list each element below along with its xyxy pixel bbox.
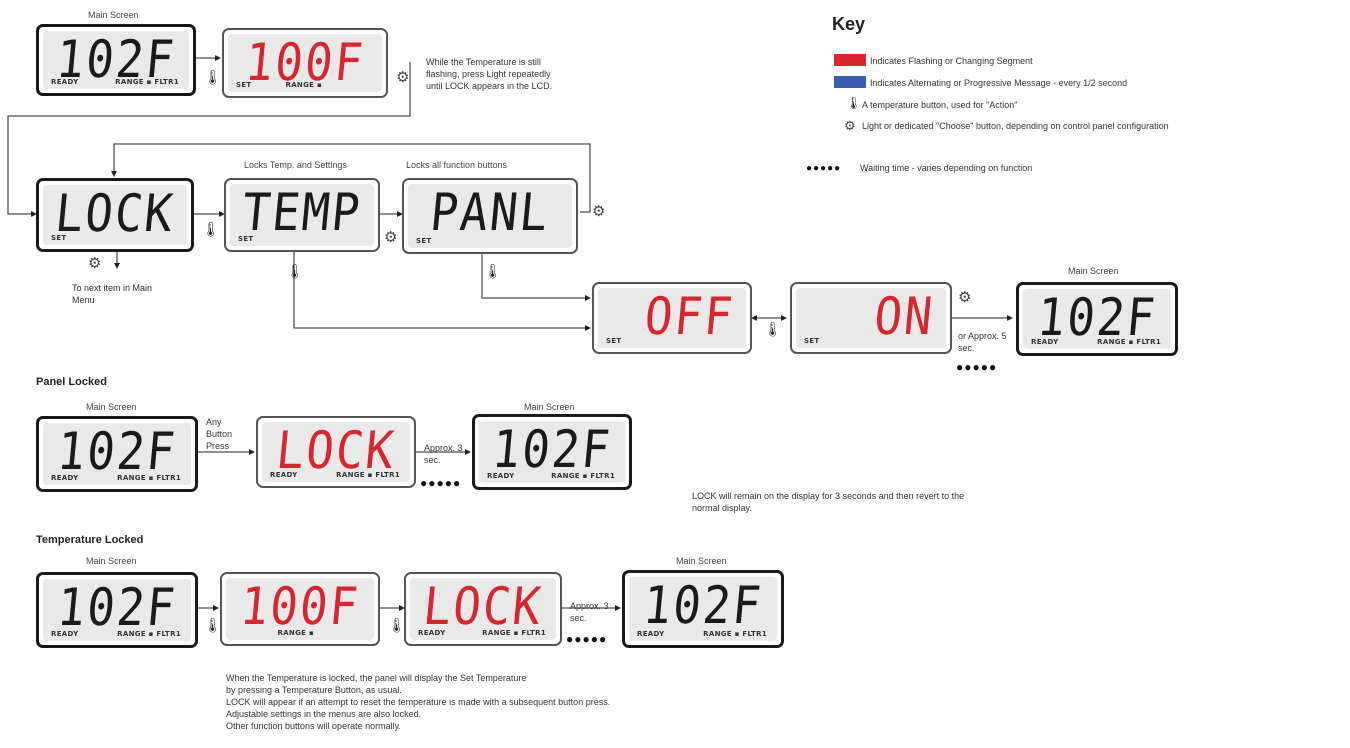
note-or-approx: or Approx. 5 sec.	[958, 331, 1007, 353]
thermometer-icon: 🌡	[484, 263, 502, 279]
main-screen-label: Main Screen	[524, 402, 575, 412]
lcd-indicator-right: RANGE ▪ FLTR1	[336, 471, 400, 479]
key-item-alternating: Indicates Alternating or Progressive Mes…	[870, 78, 1128, 88]
lcd-indicator-right: RANGE ▪ FLTR1	[551, 472, 615, 480]
waiting-dots: ●●●●●	[566, 632, 608, 646]
waiting-dots: ●●●●●	[806, 163, 842, 174]
note-line: by pressing a Temperature Button, as usu…	[226, 685, 402, 695]
light-button-icon: ⚙	[592, 203, 606, 220]
note-press-light: While the Temperature is still flashing,…	[426, 57, 553, 91]
temp-locked-notes: When the Temperature is locked, the pane…	[226, 672, 826, 732]
lcd-text: 102F	[640, 577, 766, 636]
lcd-indicator-right: RANGE ▪ FLTR1	[117, 630, 181, 638]
main-screen-label: Main Screen	[1068, 266, 1119, 276]
lcd-indicator-left: SET	[804, 337, 820, 345]
lcd-text: TEMP	[239, 184, 365, 243]
note-line: Adjustable settings in the menus are als…	[226, 709, 422, 719]
note-lock-remain: LOCK will remain on the display for 3 se…	[692, 491, 965, 513]
light-button-icon: ⚙	[384, 229, 398, 246]
lcd-text: LOCK	[420, 578, 546, 637]
lcd-on: ON SET	[790, 282, 952, 354]
key-title: Key	[832, 14, 866, 34]
thermometer-icon: 🌡	[846, 96, 862, 110]
lcd-indicator-left: READY	[1031, 338, 1059, 346]
panl-caption: Locks all function buttons	[406, 160, 508, 170]
lcd-indicator-left: READY	[51, 78, 79, 86]
key-item-flashing: Indicates Flashing or Changing Segment	[870, 56, 1033, 66]
flashing-swatch	[834, 54, 866, 66]
lcd-indicator-right: RANGE ▪ FLTR1	[1097, 338, 1161, 346]
lcd-text: 102F	[489, 421, 615, 480]
lcd-main-screen: 102F READY RANGE ▪ FLTR1	[472, 414, 632, 490]
lcd-lock: LOCK READY RANGE ▪ FLTR1	[256, 416, 416, 488]
lcd-indicator-left: SET	[236, 81, 252, 89]
note-line: LOCK will appear if an attempt to reset …	[226, 697, 611, 707]
note-line: Other function buttons will operate norm…	[226, 721, 401, 731]
lcd-indicator-right: RANGE ▪ FLTR1	[482, 629, 546, 637]
lcd-indicator-left: READY	[487, 472, 515, 480]
thermometer-icon: 🌡	[286, 263, 304, 279]
main-screen-label: Main Screen	[676, 556, 727, 566]
panel-locked-heading: Panel Locked	[36, 376, 107, 388]
lcd-indicator-left: SET	[238, 235, 254, 243]
key-item-temperature: A temperature button, used for "Action"	[862, 100, 1018, 110]
temp-caption: Locks Temp. and Settings	[244, 160, 347, 170]
lcd-indicator-right: RANGE ▪	[277, 629, 314, 637]
main-screen-label: Main Screen	[86, 556, 137, 566]
key-item-waiting: Waiting time - varies depending on funct…	[860, 163, 1033, 173]
light-button-icon: ⚙	[396, 69, 410, 86]
lcd-indicator-left: READY	[51, 474, 79, 482]
temperature-locked-heading: Temperature Locked	[36, 534, 144, 546]
note-approx: Approx. 3 sec.	[424, 443, 463, 465]
lcd-indicator-left: READY	[51, 630, 79, 638]
lcd-indicator-left: SET	[606, 337, 622, 345]
lcd-panl: PANL SET	[402, 178, 578, 254]
thermometer-icon: 🌡	[764, 321, 782, 337]
lcd-main-screen: 102F READY RANGE ▪ FLTR1	[36, 416, 198, 492]
thermometer-icon: 🌡	[204, 69, 222, 85]
lcd-indicator-left: READY	[270, 471, 298, 479]
lcd-main-screen: 102F READY RANGE ▪ FLTR1	[622, 570, 784, 648]
lcd-text: 100F	[237, 578, 363, 637]
waiting-dots: ●●●●●	[420, 476, 462, 490]
main-screen-label: Main Screen	[88, 10, 139, 20]
lcd-lock: LOCK READY RANGE ▪ FLTR1	[404, 572, 562, 646]
lcd-text: PANL	[427, 184, 553, 243]
lcd-indicator-right: RANGE ▪	[285, 81, 322, 89]
lcd-lock: LOCK SET	[36, 178, 194, 252]
light-button-icon: ⚙	[958, 289, 972, 306]
note-any-button: Any Button Press	[206, 417, 233, 451]
lcd-main-screen: 102F READY RANGE ▪ FLTR1	[36, 24, 196, 96]
note-approx: Approx. 3 sec.	[570, 601, 609, 623]
lcd-indicator-right: RANGE ▪ FLTR1	[703, 630, 767, 638]
lcd-text: 102F	[54, 579, 180, 638]
lcd-indicator-left: SET	[51, 234, 67, 242]
lcd-set-temperature: 100F SET RANGE ▪	[222, 28, 388, 98]
lcd-indicator-left: READY	[637, 630, 665, 638]
lcd-main-screen: 102F READY RANGE ▪ FLTR1	[36, 572, 198, 648]
lcd-indicator-left: SET	[416, 237, 432, 245]
alternating-swatch	[834, 76, 866, 88]
note-next-item: To next item in Main Menu	[72, 283, 153, 305]
key-item-light: Light or dedicated "Choose" button, depe…	[862, 121, 1169, 131]
lcd-set-temperature: 100F RANGE ▪	[220, 572, 380, 646]
lcd-indicator-right: RANGE ▪ FLTR1	[115, 78, 179, 86]
light-button-icon: ⚙	[88, 255, 102, 272]
lcd-main-screen-final: 102F READY RANGE ▪ FLTR1	[1016, 282, 1178, 356]
light-button-icon: ⚙	[844, 118, 856, 133]
lcd-off: OFF SET	[592, 282, 752, 354]
lcd-indicator-right: RANGE ▪ FLTR1	[117, 474, 181, 482]
thermometer-icon: 🌡	[202, 221, 220, 237]
lcd-indicator-left: READY	[418, 629, 446, 637]
note-line: When the Temperature is locked, the pane…	[226, 673, 527, 683]
lcd-text: 102F	[54, 423, 180, 482]
main-screen-label: Main Screen	[86, 402, 137, 412]
lcd-temp: TEMP SET	[224, 178, 380, 252]
waiting-dots: ●●●●●	[956, 360, 998, 374]
